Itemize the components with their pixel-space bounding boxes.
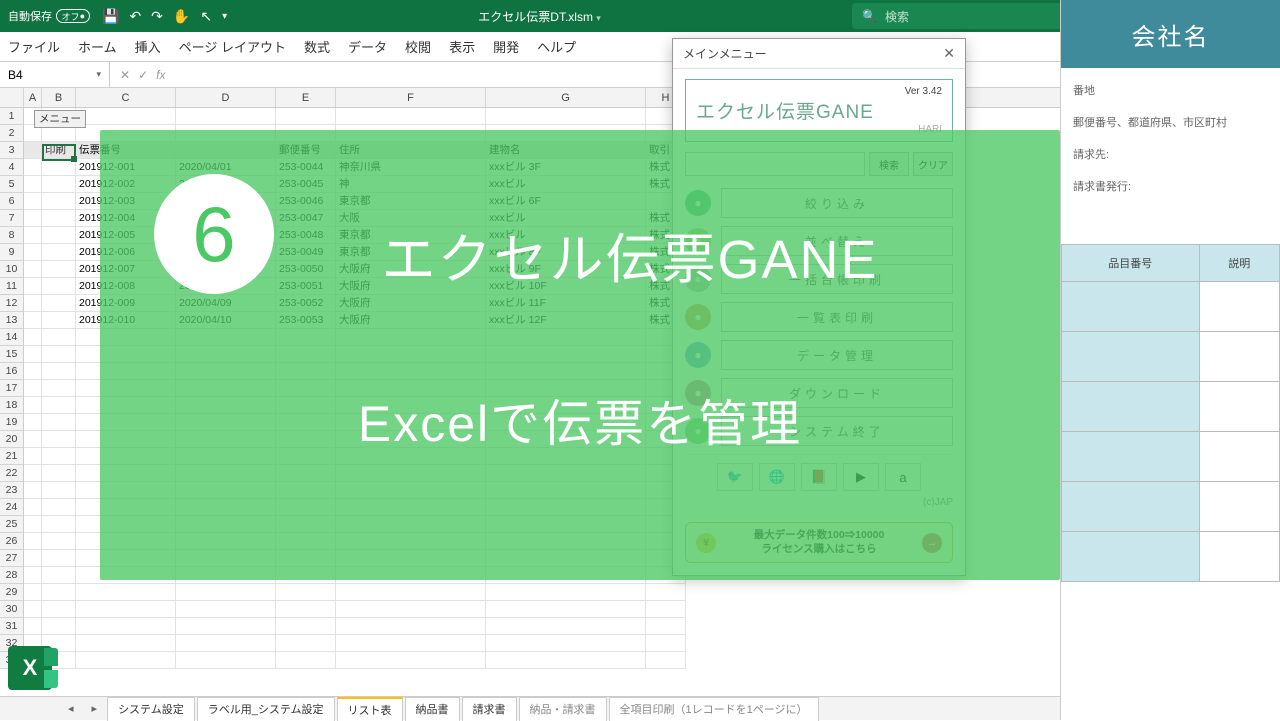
version-label: Ver 3.42 — [696, 86, 942, 97]
undo-icon[interactable]: ↶ — [129, 8, 141, 25]
tab-view[interactable]: 表示 — [449, 37, 475, 56]
company-name: 会社名 — [1061, 0, 1280, 68]
touch-icon[interactable]: ✋ — [173, 8, 190, 25]
tab-developer[interactable]: 開発 — [493, 37, 519, 56]
invoice-field-issued: 請求書発行: — [1073, 178, 1268, 194]
tab-data[interactable]: データ — [348, 37, 387, 56]
dialog-title: メインメニュー — [683, 45, 767, 62]
autosave-toggle[interactable]: 自動保存 オフ ● — [8, 8, 90, 24]
sheet-nav-left-icon[interactable]: ◂ — [60, 702, 82, 715]
tab-pagelayout[interactable]: ページ レイアウト — [179, 37, 286, 56]
tab-home[interactable]: ホーム — [78, 37, 117, 56]
invoice-field-billto: 請求先: — [1073, 146, 1268, 162]
app-title: エクセル伝票GANE — [696, 97, 942, 124]
sheet-tab[interactable]: 請求書 — [462, 697, 517, 721]
invoice-field-address: 番地 — [1073, 82, 1268, 98]
enter-icon[interactable]: ✓ — [138, 68, 148, 82]
sheet-tab[interactable]: 納品書 — [405, 697, 460, 721]
cancel-icon[interactable]: ✕ — [120, 68, 130, 82]
redo-icon[interactable]: ↷ — [151, 8, 163, 25]
save-icon[interactable]: 💾 — [102, 8, 119, 25]
quick-access-toolbar: 💾 ↶ ↷ ✋ ↖ ▾ — [102, 8, 227, 25]
pointer-icon[interactable]: ↖ — [200, 8, 212, 25]
search-placeholder: 検索 — [885, 8, 909, 25]
fx-icon[interactable]: fx — [156, 68, 165, 82]
sheet-tab[interactable]: 全項目印刷（1レコードを1ページに） — [609, 697, 819, 721]
sheet-tab[interactable]: ラベル用_システム設定 — [197, 697, 335, 721]
search-icon: 🔍 — [862, 9, 877, 23]
overlay-title: エクセル伝票GANE — [381, 215, 878, 294]
episode-badge: 6 — [154, 174, 274, 294]
filename: エクセル伝票DT.xlsm — [478, 10, 593, 24]
invoice-field-postal: 郵便番号、都道府県、市区町村 — [1073, 114, 1268, 130]
sheet-tab[interactable]: 納品・請求書 — [519, 697, 607, 721]
title-overlay: 6 エクセル伝票GANE Excelで伝票を管理 — [100, 130, 1060, 580]
autosave-label: 自動保存 — [8, 8, 52, 24]
tab-insert[interactable]: 挿入 — [135, 37, 161, 56]
tab-help[interactable]: ヘルプ — [537, 37, 576, 56]
sheet-tab[interactable]: リスト表 — [337, 697, 403, 721]
invoice-panel: 会社名 番地 郵便番号、都道府県、市区町村 請求先: 請求書発行: 品目番号説明 — [1060, 0, 1280, 720]
sheet-tab[interactable]: システム設定 — [107, 697, 195, 721]
tab-formulas[interactable]: 数式 — [304, 37, 330, 56]
invoice-table: 品目番号説明 — [1061, 244, 1280, 582]
excel-logo-icon: X — [8, 646, 52, 690]
sheet-nav-right-icon[interactable]: ▸ — [84, 702, 106, 715]
autosave-state[interactable]: オフ ● — [56, 9, 90, 23]
close-icon[interactable]: ✕ — [943, 45, 955, 62]
tab-file[interactable]: ファイル — [8, 37, 60, 56]
overlay-subtitle: Excelで伝票を管理 — [358, 384, 802, 456]
menu-button[interactable]: メニュー — [34, 110, 86, 128]
name-box[interactable]: B4 — [0, 62, 110, 87]
tab-review[interactable]: 校閲 — [405, 37, 431, 56]
